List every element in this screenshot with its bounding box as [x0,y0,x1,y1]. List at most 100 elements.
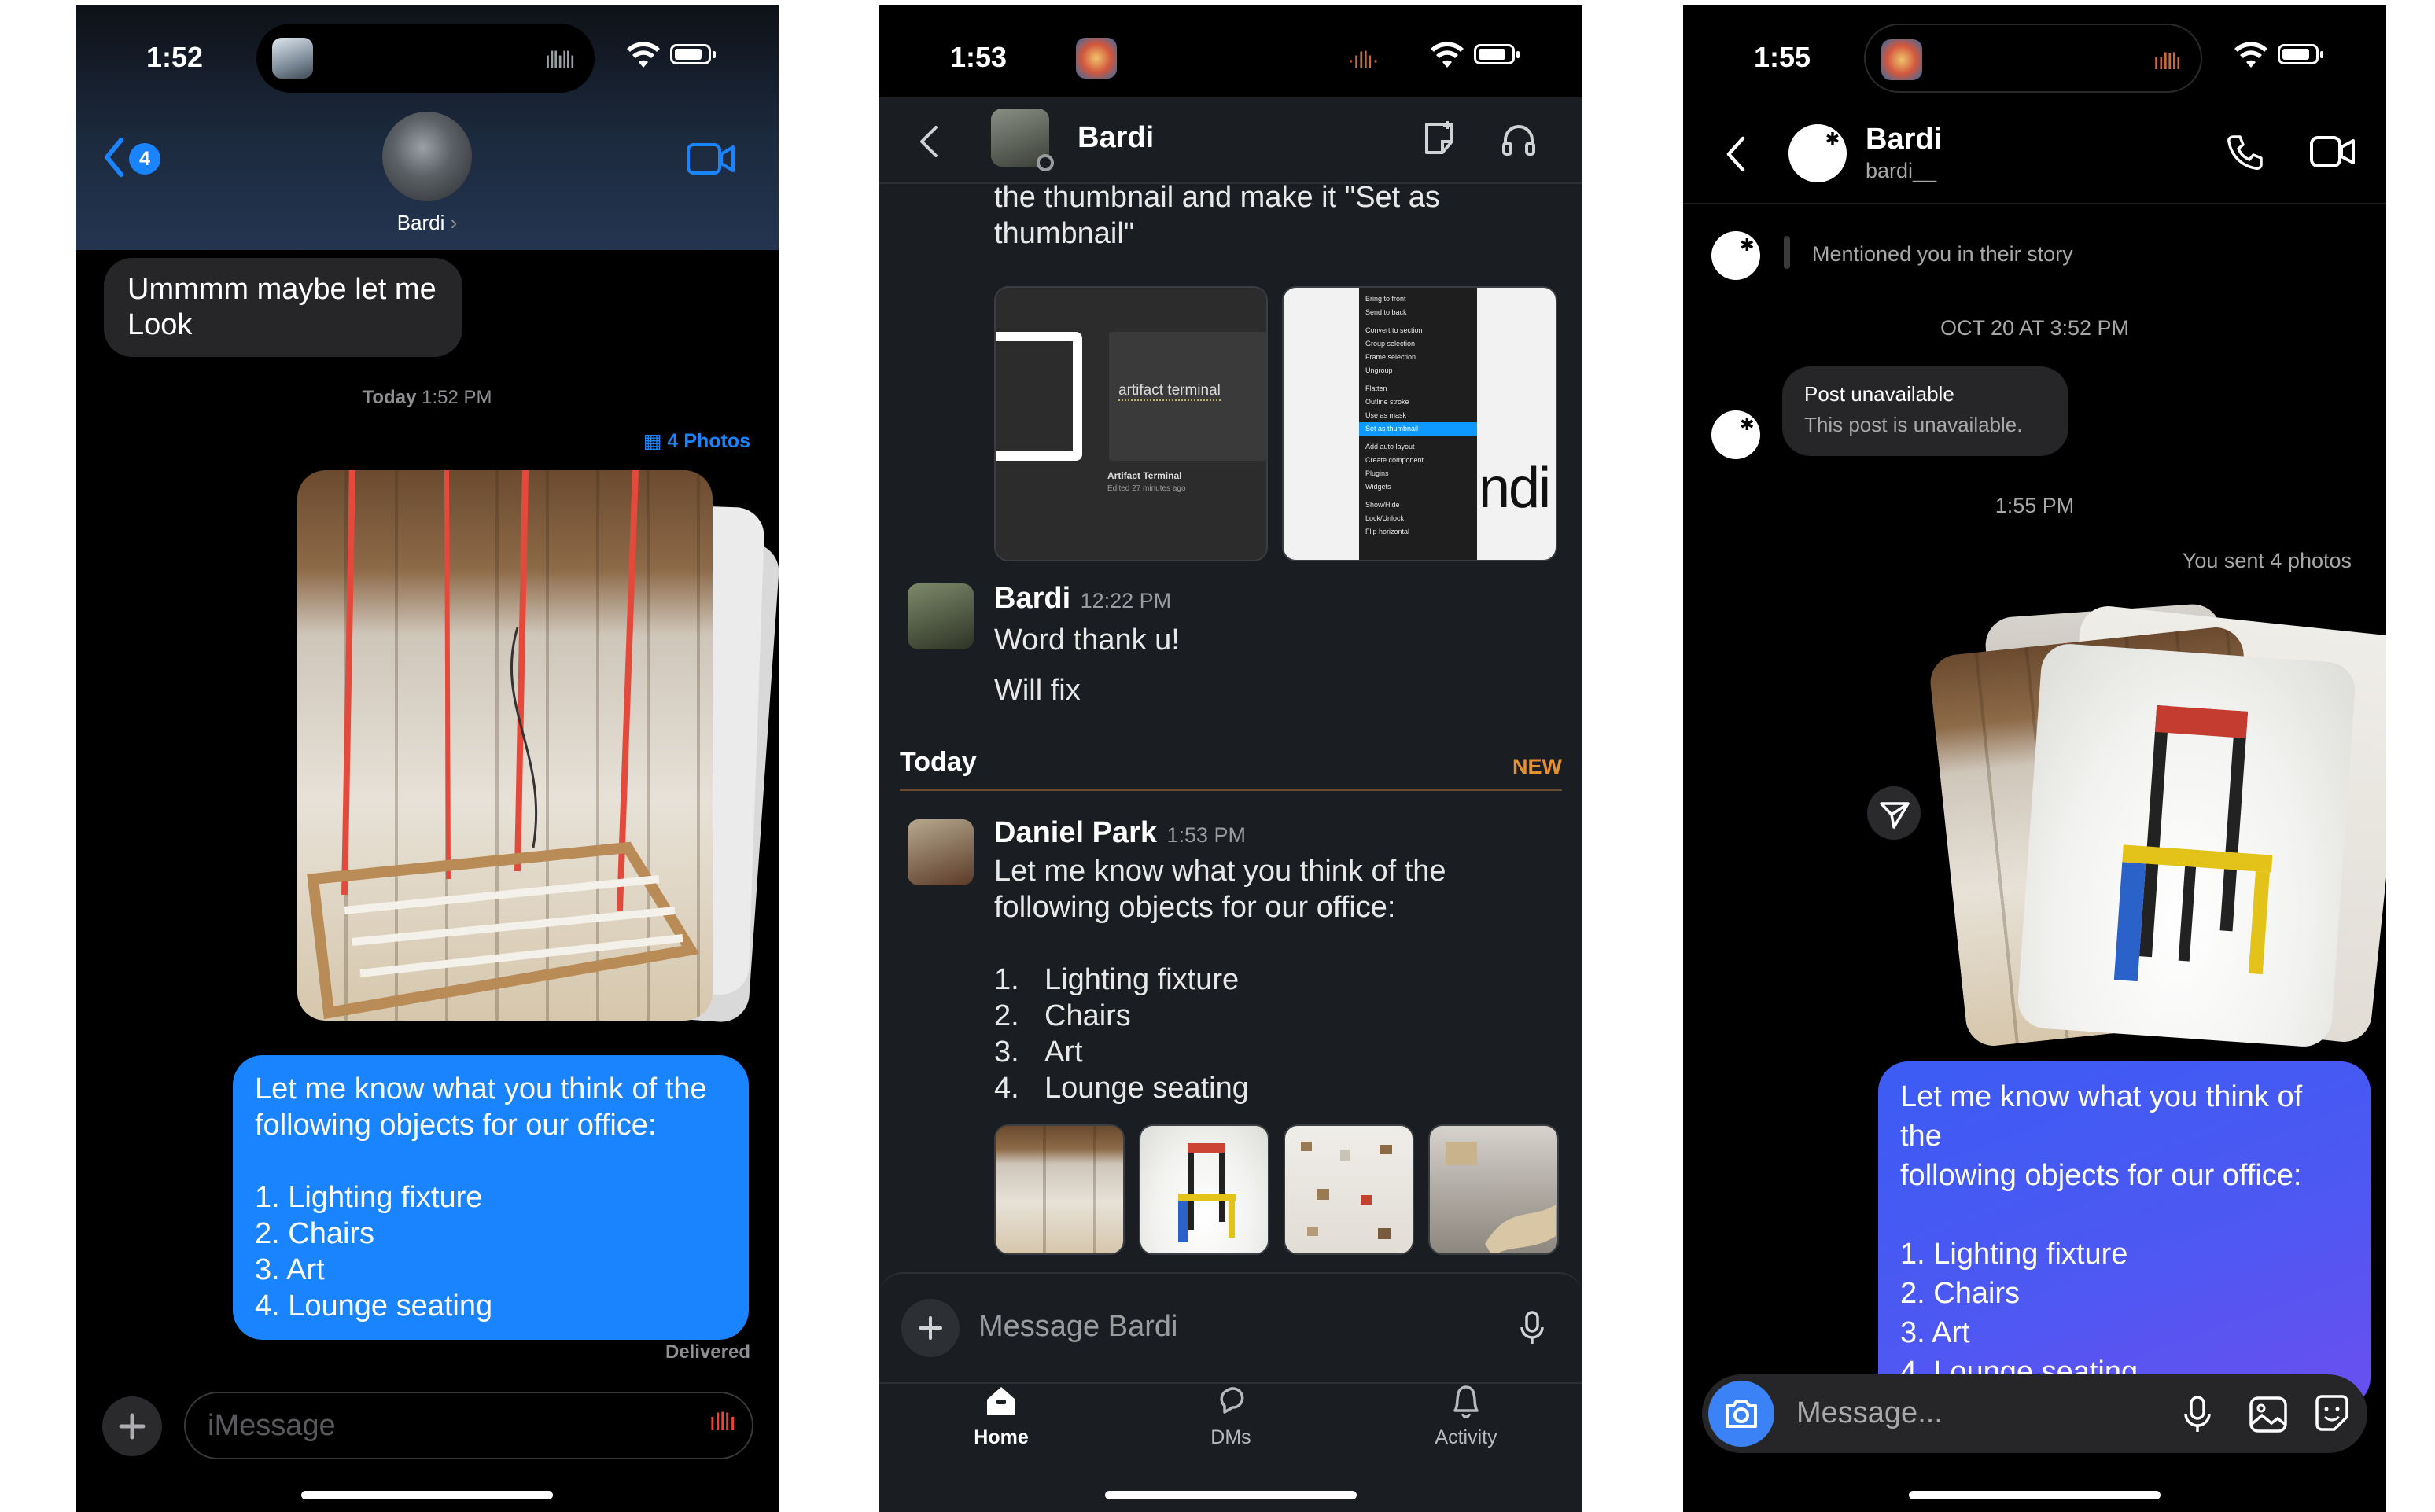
channel-header: Bardi [879,97,1582,184]
bardi-avatar[interactable] [908,583,974,649]
sticker-icon[interactable] [2311,1393,2353,1436]
audio-waveform-icon: ıllıllı [544,47,576,73]
story-avatar[interactable] [1711,231,1760,280]
daniel-avatar[interactable] [908,819,974,885]
message-author[interactable]: Daniel Park [994,816,1157,849]
figma-menu-attachment[interactable]: Bring to front Send to back Convert to sec… [1282,286,1557,561]
artboard-preview-title: artifact terminal [1118,382,1221,401]
dynamic-island: ·ıIlı· [1060,24,1398,93]
artboard-frame [996,332,1082,461]
contact-name-row[interactable]: Bardi › [76,211,779,235]
audio-waveform-icon: ·ıIlı· [1346,47,1380,73]
gallery-icon[interactable] [2248,1395,2289,1434]
post-unavailable-body: This post is unavailable. [1804,413,2023,436]
dms-icon [1220,1387,1244,1414]
list-number: 2. [994,999,1019,1032]
figma-thumbnail-attachment[interactable]: artifact terminal Artifact Terminal Edit… [994,286,1268,561]
image-thumb-lounge[interactable] [1428,1124,1559,1255]
context-menu: Bring to front Send to back Convert to sec… [1359,288,1477,560]
contact-avatar[interactable] [1788,124,1847,182]
message-time: 1:53 PM [1166,823,1247,847]
context-menu-item: Flip horizontal [1365,528,1410,535]
photos-grid-icon: ▦ [643,430,662,452]
wifi-icon [2234,42,2267,68]
context-menu-item: Ungroup [1365,366,1393,374]
photos-label: 4 Photos [667,430,750,452]
chevron-right-icon: › [450,211,458,234]
message-line: Word thank u! [994,624,1180,657]
story-mention-bar [1784,236,1790,269]
add-attachment-button[interactable] [102,1396,162,1456]
message-input[interactable]: Message... [1796,1396,1943,1430]
new-badge: NEW [1512,755,1562,778]
back-chevron-icon [105,138,123,177]
audio-waveform-icon[interactable]: ıIlIı [709,1407,736,1437]
home-indicator [1909,1491,2161,1499]
delivered-status: Delivered [665,1341,750,1363]
instagram-screen: 1:55 ıılIlı Bardi bardi__ Mentioned you … [1683,5,2386,1512]
conversation-header: Bardi bardi__ [1683,107,2386,204]
image-thumb-chair[interactable] [1139,1124,1269,1255]
tab-dms[interactable]: DMs [1188,1382,1274,1449]
image-thumb-lighting[interactable] [994,1124,1125,1255]
plus-icon [119,1413,146,1440]
video-camera-icon[interactable] [686,142,736,176]
presence-dot [1037,154,1054,171]
image-thumb-art[interactable] [1284,1124,1414,1255]
photo-chair[interactable] [2016,642,2357,1049]
photos-grid-link[interactable]: ▦ 4 Photos [643,429,750,453]
tab-label: Activity [1435,1426,1497,1448]
art-illustration [1301,1142,1392,1239]
back-button[interactable]: 4 [102,137,165,181]
tab-home[interactable]: Home [958,1382,1044,1449]
message-bardi[interactable]: Bardi 12:22 PM Word thank u! Will fix [994,582,1560,708]
message-author[interactable]: Bardi [994,582,1070,615]
contact-avatar[interactable] [382,112,472,201]
context-menu-item: Show/Hide [1365,501,1400,509]
divider-label: Today [900,747,977,777]
sent-photos-label: You sent 4 photos [2182,549,2352,572]
share-button[interactable] [1867,786,1921,840]
video-camera-icon[interactable] [2309,134,2356,170]
list-number: 1. [994,963,1019,996]
wifi-icon [1431,42,1464,68]
now-playing-thumbnail [1881,39,1922,80]
contact-name[interactable]: Bardi [1866,123,1942,156]
photo-lighting-fixture[interactable] [297,470,713,1021]
message-daniel[interactable]: Daniel Park 1:53 PM Let me know what you… [994,816,1560,1106]
back-chevron-icon[interactable] [919,124,939,159]
camera-button[interactable] [1708,1381,1774,1447]
canvas-icon[interactable] [1420,120,1458,157]
home-indicator [301,1491,553,1499]
composer: Message Bardi [879,1272,1582,1381]
outgoing-message[interactable]: Let me know what you think of the follow… [1878,1061,2371,1407]
context-menu-item: Add auto layout [1365,443,1415,451]
now-playing-thumbnail [272,38,313,79]
headphones-icon[interactable] [1501,121,1537,157]
incoming-message[interactable]: Ummmm maybe let me Look [104,258,462,357]
status-bar: 1:52 ıllıllı [76,5,779,107]
list-number: 4. [994,1072,1019,1105]
outgoing-message[interactable]: Let me know what you think of the follow… [233,1055,749,1340]
message-input[interactable]: iMessage ıIlIı [184,1392,753,1459]
context-menu-item: Set as thumbnail [1359,422,1477,436]
microphone-icon[interactable] [1520,1310,1545,1346]
tab-activity[interactable]: Activity [1419,1382,1513,1449]
channel-name[interactable]: Bardi [1078,121,1154,155]
message-input[interactable]: Message Bardi [978,1310,1450,1344]
post-unavailable-card[interactable]: Post unavailable This post is unavailabl… [1782,366,2068,456]
list-item: 1. Lighting fixture [994,962,1560,998]
plus-icon [919,1316,942,1340]
artboard-preview: artifact terminal [1109,332,1266,461]
battery-icon [2278,44,2323,64]
date-stamp: OCT 20 AT 3:52 PM [1940,316,2130,340]
add-attachment-button[interactable] [901,1299,960,1357]
chair-illustration [1178,1143,1236,1242]
post-sender-avatar[interactable] [1711,410,1760,459]
microphone-icon[interactable] [2183,1395,2212,1434]
tab-label: Home [974,1426,1029,1448]
context-menu-items: Bring to front Send to back Convert to sec… [1359,292,1477,539]
story-mention-text[interactable]: Mentioned you in their story [1812,242,2073,267]
phone-icon[interactable] [2224,132,2265,173]
back-chevron-icon[interactable] [1724,135,1746,173]
